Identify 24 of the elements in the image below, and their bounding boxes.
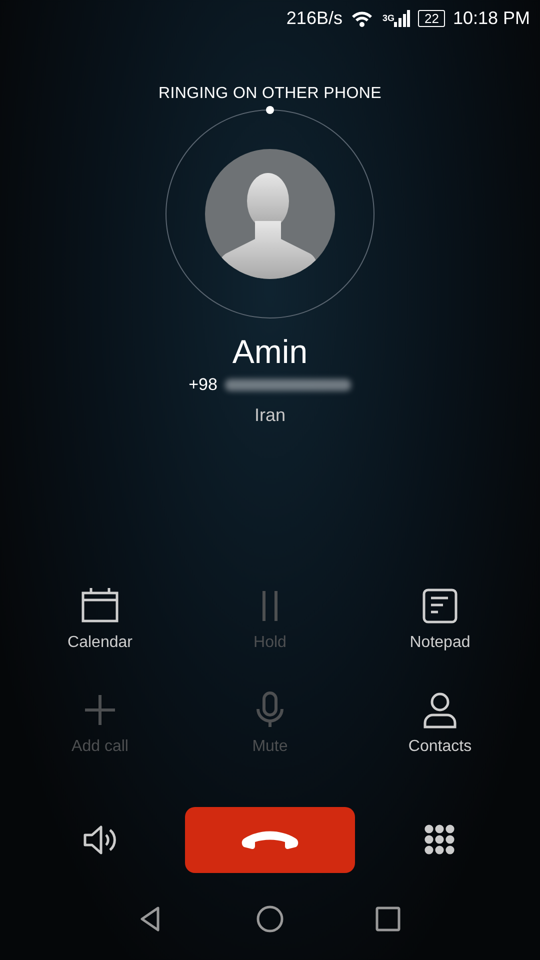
end-call-button[interactable] <box>185 807 355 873</box>
dialpad-button[interactable] <box>424 824 456 856</box>
caller-name: Amin <box>232 332 308 372</box>
clock: 10:18 PM <box>452 6 530 30</box>
dialpad-icon <box>424 824 456 856</box>
battery-level: 22 <box>418 10 445 26</box>
speaker-button[interactable] <box>82 824 118 856</box>
caller-location: Iran <box>254 404 286 427</box>
note-icon <box>420 587 460 625</box>
call-action-button[interactable]: Calendar <box>15 587 185 655</box>
speaker-icon <box>82 824 118 856</box>
home-icon <box>256 905 284 933</box>
network-type: 3G <box>382 12 394 25</box>
call-status: RINGING ON OTHER PHONE <box>158 84 382 102</box>
phone-hangup-icon <box>240 829 300 851</box>
recents-button[interactable] <box>374 905 402 933</box>
home-button[interactable] <box>256 905 284 933</box>
calendar-icon <box>80 587 120 625</box>
signal-icon <box>394 8 410 28</box>
network-speed: 216B/s <box>286 6 342 30</box>
square-icon <box>374 905 402 933</box>
call-action-button[interactable]: Notepad <box>355 587 525 655</box>
country-code: +98 <box>188 374 218 396</box>
call-action-button[interactable]: Contacts <box>355 691 525 759</box>
